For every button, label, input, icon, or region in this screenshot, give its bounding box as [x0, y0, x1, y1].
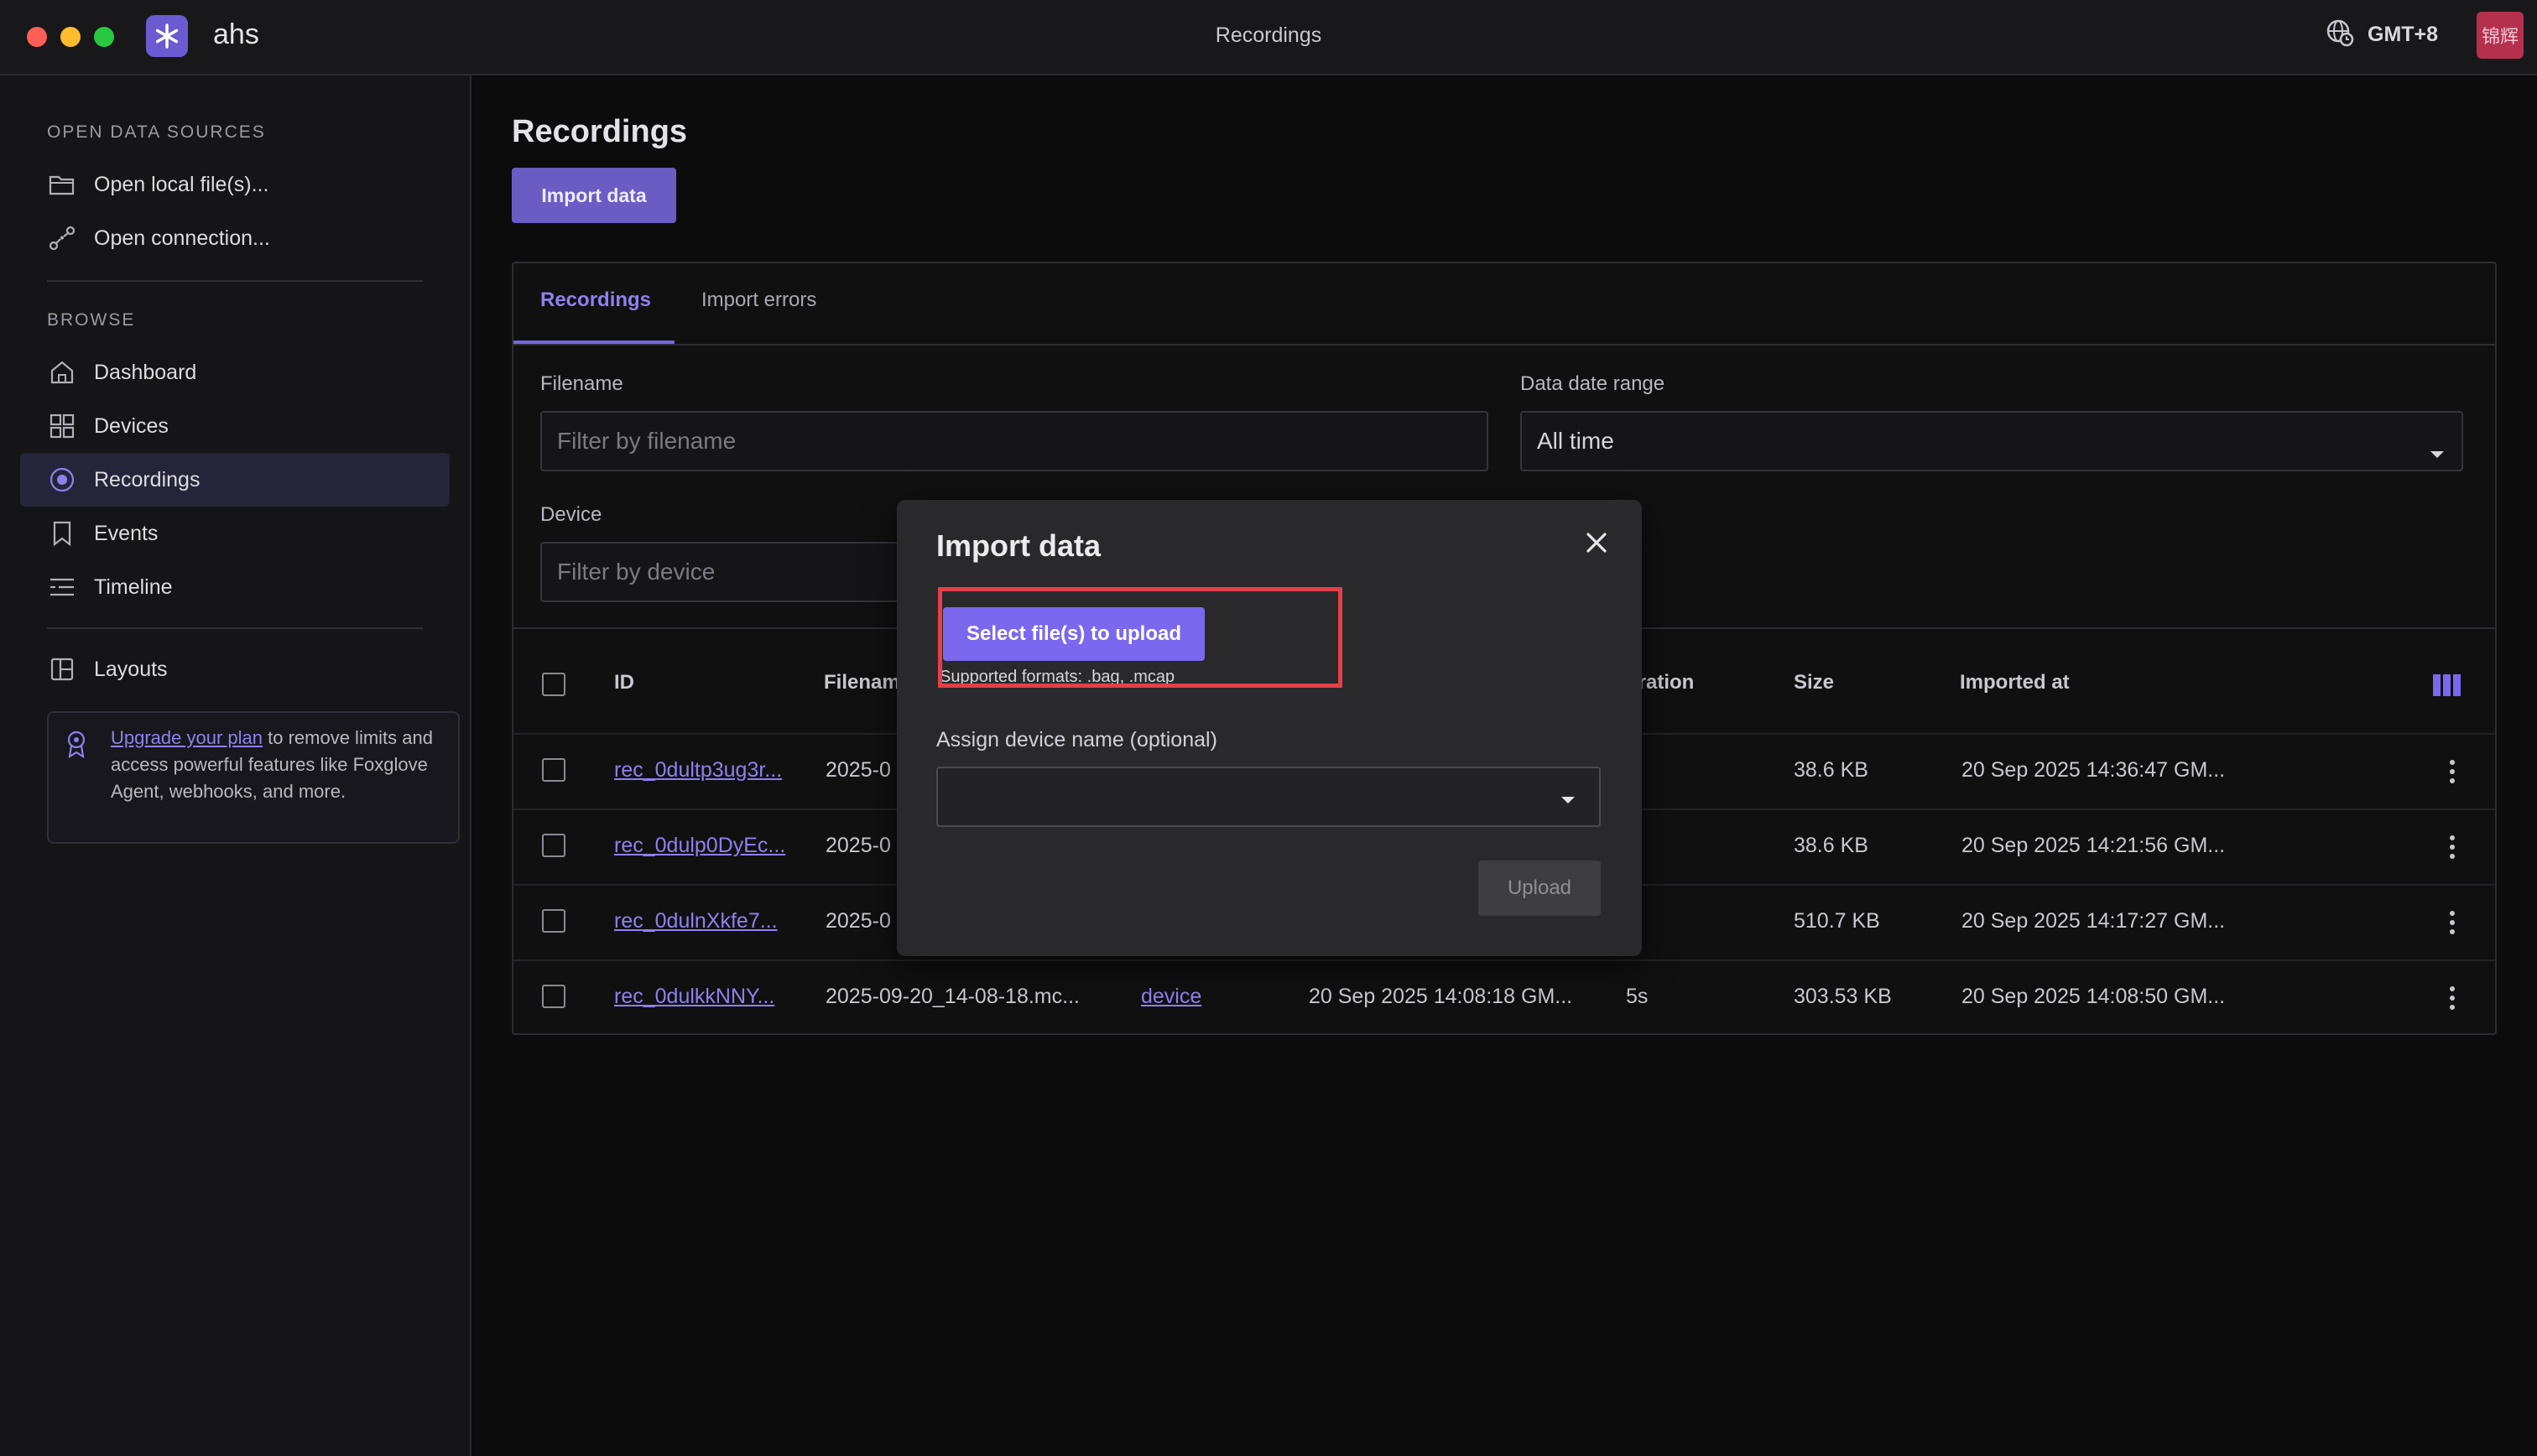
tab-recordings[interactable]: Recordings: [540, 289, 651, 312]
columns-icon[interactable]: [2433, 674, 2461, 700]
column-header-imported-at[interactable]: Imported at: [1960, 671, 2070, 694]
upload-button[interactable]: Upload: [1478, 861, 1601, 916]
sidebar-divider: [47, 280, 423, 282]
sidebar-item-label: Open connection...: [94, 226, 270, 250]
page-title: Recordings: [512, 114, 688, 149]
sidebar-item-open-local-files[interactable]: Open local file(s)...: [20, 158, 450, 211]
start-time-cell: 20 Sep 2025 14:08:18 GM...: [1309, 985, 1573, 1008]
device-filter-label: Device: [540, 503, 602, 526]
sidebar-item-timeline[interactable]: Timeline: [20, 560, 450, 614]
imported-at-cell: 20 Sep 2025 14:36:47 GM...: [1961, 758, 2226, 782]
sidebar-item-label: Events: [94, 521, 159, 545]
browse-title: BROWSE: [47, 310, 136, 330]
date-range-select[interactable]: All time: [1520, 411, 2463, 471]
sidebar-item-devices[interactable]: Devices: [20, 399, 450, 453]
tabs-divider: [513, 344, 2495, 346]
row-checkbox[interactable]: [542, 758, 565, 782]
date-range-label: Data date range: [1520, 372, 1665, 395]
filename-cell: 2025-09-20_14-08-18.mc...: [826, 985, 1080, 1008]
home-icon: [47, 357, 77, 387]
timeline-icon: [47, 572, 77, 602]
close-icon[interactable]: [1582, 528, 1611, 557]
assign-device-select[interactable]: [936, 767, 1601, 827]
sidebar-item-events[interactable]: Events: [20, 507, 450, 560]
row-menu-icon[interactable]: [2450, 986, 2455, 1014]
recording-id-link[interactable]: rec_0dultp3ug3r...: [614, 758, 782, 783]
row-checkbox[interactable]: [542, 985, 565, 1008]
row-menu-icon[interactable]: [2450, 760, 2455, 788]
size-cell: 510.7 KB: [1794, 909, 1880, 933]
row-menu-icon[interactable]: [2450, 835, 2455, 863]
connection-icon: [47, 223, 77, 253]
column-header-filename[interactable]: Filenam: [824, 671, 900, 694]
timezone-selector[interactable]: GMT+8: [2326, 18, 2438, 51]
filename-filter-label: Filename: [540, 372, 623, 395]
assign-device-label: Assign device name (optional): [936, 728, 1217, 751]
dialog-title: Import data: [936, 528, 1102, 563]
sidebar-item-label: Devices: [94, 413, 169, 438]
globe-clock-icon: [2326, 18, 2354, 51]
import-data-button[interactable]: Import data: [512, 168, 676, 223]
column-header-size[interactable]: Size: [1794, 671, 1834, 694]
imported-at-cell: 20 Sep 2025 14:17:27 GM...: [1961, 909, 2226, 933]
row-checkbox[interactable]: [542, 834, 565, 857]
layout-icon: [47, 654, 77, 684]
imported-at-cell: 20 Sep 2025 14:08:50 GM...: [1961, 985, 2226, 1008]
filename-cell: 2025-0: [826, 758, 891, 782]
highlight-box: [938, 587, 1342, 688]
upgrade-plan-link[interactable]: Upgrade your plan: [111, 727, 263, 748]
sidebar-item-recordings[interactable]: Recordings: [20, 453, 450, 507]
sidebar-item-layouts[interactable]: Layouts: [20, 642, 450, 696]
filename-cell: 2025-0: [826, 834, 891, 857]
duration-cell: 5s: [1626, 985, 1649, 1008]
row-menu-icon[interactable]: [2450, 911, 2455, 939]
sidebar-item-dashboard[interactable]: Dashboard: [20, 346, 450, 399]
caret-down-icon: [2430, 438, 2445, 465]
size-cell: 38.6 KB: [1794, 758, 1868, 782]
timezone-label: GMT+8: [2368, 23, 2439, 46]
date-range-value: All time: [1537, 428, 1614, 454]
sidebar-item-open-connection[interactable]: Open connection...: [20, 211, 450, 265]
imported-at-cell: 20 Sep 2025 14:21:56 GM...: [1961, 834, 2226, 857]
size-cell: 303.53 KB: [1794, 985, 1892, 1008]
caret-down-icon: [1560, 793, 1576, 809]
folder-icon: [47, 169, 77, 200]
sidebar-item-label: Dashboard: [94, 360, 197, 384]
sidebar-item-label: Timeline: [94, 575, 173, 599]
sidebar-divider: [47, 627, 423, 629]
recording-id-link[interactable]: rec_0dulnXkfe7...: [614, 909, 778, 933]
device-link[interactable]: device: [1141, 985, 1201, 1009]
tab-import-errors[interactable]: Import errors: [701, 289, 816, 312]
filename-filter-input[interactable]: Filter by filename: [540, 411, 1488, 471]
row-checkbox[interactable]: [542, 909, 565, 933]
size-cell: 38.6 KB: [1794, 834, 1868, 857]
open-sources-title: OPEN DATA SOURCES: [47, 122, 266, 142]
upgrade-plan-box: Upgrade your plan to remove limits and a…: [47, 711, 460, 844]
filename-cell: 2025-0: [826, 909, 891, 933]
sidebar-item-label: Open local file(s)...: [94, 172, 269, 196]
recording-id-link[interactable]: rec_0dulp0DyEc...: [614, 834, 785, 858]
bookmark-icon: [47, 518, 77, 549]
window-title: Recordings: [1215, 23, 1322, 47]
row-divider: [513, 959, 2495, 961]
select-all-checkbox[interactable]: [542, 673, 565, 696]
recording-id-link[interactable]: rec_0dulkkNNY...: [614, 985, 774, 1009]
award-icon: [64, 730, 89, 762]
grid-icon: [47, 411, 77, 441]
active-tab-indicator: [513, 341, 675, 344]
user-avatar[interactable]: 锦辉: [2477, 12, 2524, 59]
record-icon: [47, 465, 77, 495]
column-header-id[interactable]: ID: [614, 671, 634, 694]
sidebar-item-label: Layouts: [94, 657, 168, 681]
upgrade-text: Upgrade your plan to remove limits and a…: [111, 727, 433, 802]
sidebar-item-label: Recordings: [94, 467, 201, 491]
